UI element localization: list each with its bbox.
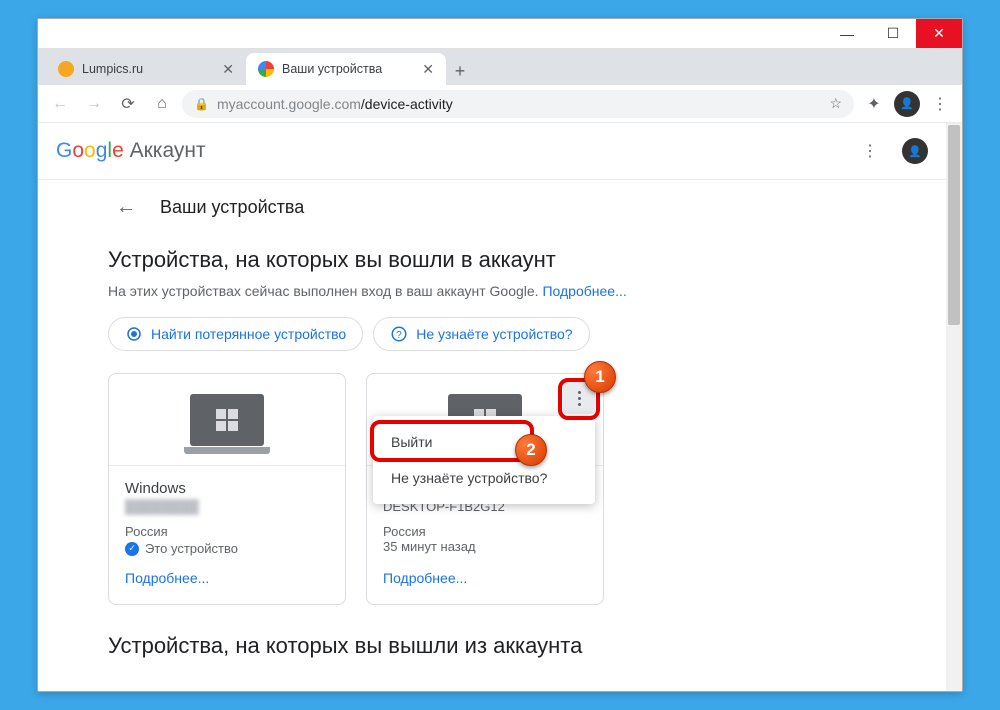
learn-more-link[interactable]: Подробнее... [542, 283, 626, 299]
back-button[interactable]: ← [46, 90, 74, 118]
bookmark-icon[interactable]: ☆ [829, 95, 842, 112]
help-icon: ? [390, 325, 408, 343]
find-device-chip[interactable]: Найти потерянное устройство [108, 317, 363, 351]
unknown-device-chip[interactable]: ? Не узнаёте устройство? [373, 317, 589, 351]
home-button[interactable]: ⌂ [148, 90, 176, 118]
device-more-link[interactable]: Подробнее... [125, 570, 209, 586]
close-button[interactable]: ✕ [916, 19, 962, 48]
close-tab-icon[interactable]: ✕ [222, 61, 234, 78]
favicon-icon [258, 61, 274, 77]
google-header: Google Аккаунт ⋮ 👤 [38, 123, 946, 179]
section-title: Устройства, на которых вы вошли в аккаун… [108, 247, 886, 273]
tab-title: Ваши устройства [282, 62, 414, 76]
sub-header: ← Ваши устройства [38, 179, 946, 235]
maximize-button[interactable]: ☐ [870, 19, 916, 48]
back-arrow-icon[interactable]: ← [56, 196, 136, 219]
annotation-badge: 1 [584, 361, 616, 393]
device-sub-blurred: ████████ [125, 499, 329, 514]
extensions-icon[interactable]: ✦ [860, 94, 888, 114]
address-bar: ← → ⟳ ⌂ 🔒 myaccount.google.com/device-ac… [38, 85, 962, 123]
svg-text:?: ? [396, 330, 402, 341]
device-card[interactable]: 1 Выйти Не узнаёте устройство? 2 Windows [366, 373, 604, 605]
this-device-label: ✓ Это устройство [125, 541, 329, 556]
action-chips: Найти потерянное устройство ? Не узнаёте… [108, 317, 886, 351]
signout-menuitem[interactable]: Выйти [373, 424, 595, 460]
tab-title: Lumpics.ru [82, 62, 214, 76]
section-description: На этих устройствах сейчас выполнен вход… [108, 283, 886, 299]
page-content: Google Аккаунт ⋮ 👤 ← Ваши устройства Уст… [38, 123, 962, 691]
tab-devices[interactable]: Ваши устройства ✕ [246, 53, 446, 85]
omnibox[interactable]: 🔒 myaccount.google.com/device-activity ☆ [182, 90, 854, 118]
new-tab-button[interactable]: + [446, 57, 474, 85]
url-text: myaccount.google.com/device-activity [217, 96, 821, 112]
tab-strip: Lumpics.ru ✕ Ваши устройства ✕ + [38, 49, 962, 85]
favicon-icon [58, 61, 74, 77]
window-titlebar: — ☐ ✕ [38, 19, 962, 49]
section2-title: Устройства, на которых вы вышли из аккау… [108, 633, 886, 659]
check-icon: ✓ [125, 542, 139, 556]
device-name: Windows [125, 480, 329, 497]
lock-icon: 🔒 [194, 97, 209, 111]
profile-avatar[interactable]: 👤 [894, 91, 920, 117]
chrome-menu-icon[interactable]: ⋮ [926, 90, 954, 118]
device-popup-menu: Выйти Не узнаёте устройство? [373, 416, 595, 504]
device-time: 35 минут назад [383, 539, 587, 554]
device-more-link[interactable]: Подробнее... [383, 570, 467, 586]
device-cards: Windows ████████ Россия ✓ Это устройство… [108, 373, 886, 605]
forward-button[interactable]: → [80, 90, 108, 118]
scroll-thumb[interactable] [948, 125, 960, 325]
unknown-menuitem[interactable]: Не узнаёте устройство? [373, 460, 595, 496]
account-avatar[interactable]: 👤 [902, 138, 928, 164]
annotation-badge: 2 [515, 434, 547, 466]
device-location: Россия [383, 524, 587, 539]
google-logo[interactable]: Google Аккаунт [56, 139, 206, 163]
device-location: Россия [125, 524, 329, 539]
device-card[interactable]: Windows ████████ Россия ✓ Это устройство… [108, 373, 346, 605]
minimize-button[interactable]: — [824, 19, 870, 48]
device-image [109, 374, 345, 466]
browser-window: — ☐ ✕ Lumpics.ru ✕ Ваши устройства ✕ + ←… [37, 18, 963, 692]
scrollbar[interactable] [946, 123, 962, 691]
page-title: Ваши устройства [160, 197, 304, 218]
header-menu-icon[interactable]: ⋮ [856, 137, 884, 165]
tab-lumpics[interactable]: Lumpics.ru ✕ [46, 53, 246, 85]
reload-button[interactable]: ⟳ [114, 90, 142, 118]
target-icon [125, 325, 143, 343]
close-tab-icon[interactable]: ✕ [422, 61, 434, 78]
